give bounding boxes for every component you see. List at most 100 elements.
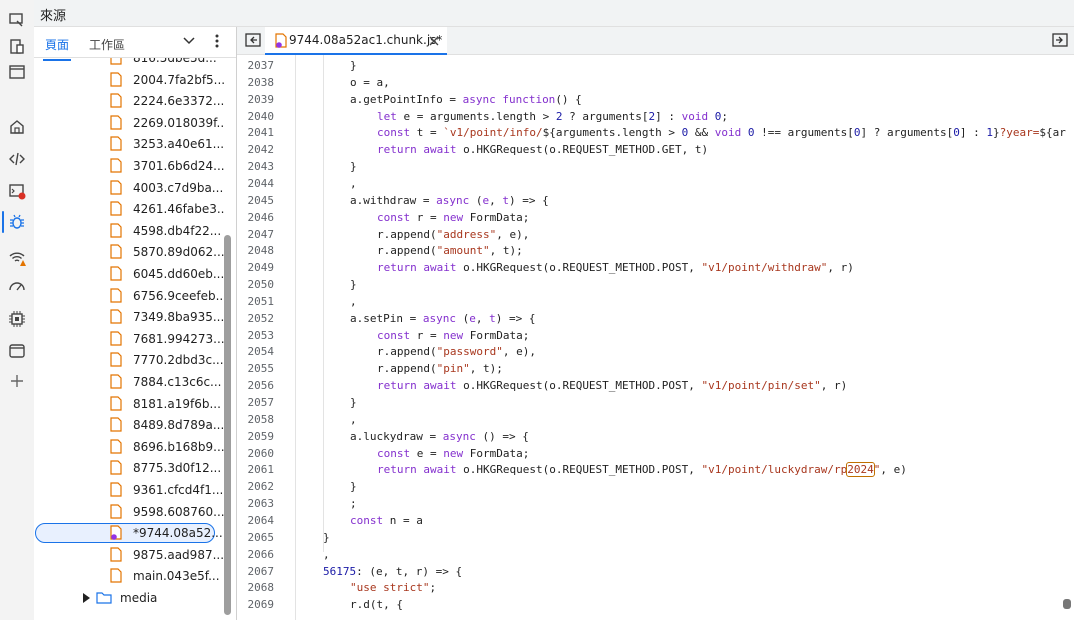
file-item[interactable]: 7770.2dbd3c... [34, 350, 224, 370]
file-item[interactable]: 2004.7fa2bf5... [34, 70, 224, 90]
indent-guide [323, 55, 324, 552]
expand-arrow-icon[interactable] [83, 593, 90, 603]
code-token: "address" [436, 227, 497, 241]
file-item[interactable]: 5870.89d062... [34, 242, 224, 262]
file-item[interactable]: 7681.994273... [34, 329, 224, 349]
code-token: return await [377, 379, 457, 393]
file-item[interactable]: 3701.6b6d24... [34, 156, 224, 176]
home-icon[interactable] [7, 117, 27, 137]
js-file-icon [110, 71, 122, 87]
file-item[interactable]: 7884.c13c6c... [34, 372, 224, 392]
code-token: return await [377, 143, 457, 157]
file-item[interactable]: 6756.9ceefeb... [34, 286, 224, 306]
file-item[interactable]: 9875.aad987... [34, 545, 224, 565]
close-icon[interactable] [429, 36, 439, 46]
code-line: r.d(t, { [350, 598, 403, 611]
code-line: a.withdraw = async (e, t) => { [350, 194, 549, 207]
code-token: n = a [383, 513, 423, 527]
line-number: 2056 [247, 379, 275, 393]
wifi-warning-icon[interactable] [7, 248, 27, 268]
file-item[interactable]: *9744.08a52... [34, 523, 224, 544]
code-token: ${arguments.length > [542, 126, 682, 140]
inspect-icon[interactable] [7, 37, 27, 57]
file-name: 9361.cfcd4f1... [133, 483, 224, 497]
code-token: const [377, 210, 411, 224]
code-token: , [489, 193, 503, 207]
code-token: return await [377, 261, 457, 275]
line-number: 2050 [247, 278, 275, 292]
console-icon[interactable] [7, 181, 27, 201]
code-icon[interactable] [7, 149, 27, 169]
file-item[interactable]: 9361.cfcd4f1... [34, 480, 224, 500]
file-item[interactable]: 8181.a19f6b... [34, 394, 224, 414]
file-item[interactable]: 4261.46fabe3... [34, 199, 224, 219]
code-token: ?year= [999, 126, 1040, 140]
code-token: 56175 [323, 564, 357, 578]
tab-pages[interactable]: 頁面 [42, 36, 72, 61]
file-item[interactable]: 4003.c7d9ba... [34, 178, 224, 198]
more-vert-icon[interactable] [214, 33, 220, 49]
line-number: 2051 [247, 294, 275, 308]
toggle-debugger-icon[interactable] [1052, 33, 1068, 47]
file-item[interactable]: main.043e5f... [34, 566, 224, 586]
js-file-icon [110, 93, 122, 108]
code-area[interactable]: 2037} 2038 o = a, 2039 a.getPointInfo = asyn… [237, 55, 1074, 620]
window-icon[interactable] [7, 62, 27, 82]
sidebar-scrollbar[interactable] [224, 235, 231, 615]
application-icon[interactable] [7, 341, 27, 361]
editor-tab[interactable]: 9744.08a52ac1.chunk.js* [265, 27, 447, 55]
toggle-navigator-icon[interactable] [245, 33, 261, 47]
code-token: "v1/point/pin/set" [701, 379, 821, 393]
chevron-down-icon[interactable] [182, 34, 196, 48]
code-line: const e = new FormData; [377, 447, 529, 460]
folder-item[interactable]: media [34, 588, 224, 608]
code-line: 56175: (e, t, r) => { [323, 565, 462, 578]
code-token: "amount" [436, 244, 490, 258]
file-item[interactable]: 3253.a40e61... [34, 134, 224, 154]
code-token: async [442, 429, 476, 443]
panel-title: 來源 [40, 9, 67, 24]
tab-workspace[interactable]: 工作區 [89, 36, 125, 53]
folder-icon [96, 592, 112, 604]
code-token: r.append( [377, 345, 437, 359]
add-icon[interactable] [7, 371, 27, 391]
file-item[interactable]: 6045.dd60eb... [34, 264, 224, 284]
file-item[interactable]: 2269.018039f... [34, 113, 224, 133]
device-mode-icon[interactable] [7, 10, 27, 30]
js-file-icon [110, 201, 122, 216]
line-number: 2041 [247, 126, 275, 140]
code-token: , [350, 412, 357, 426]
panel-header: 來源 [34, 0, 1074, 27]
code-token: a.setPin = [350, 311, 423, 325]
file-name: 2224.6e3372... [133, 94, 224, 109]
editor-scrollbar[interactable] [1063, 599, 1071, 609]
code-token: o.HKGRequest(o.REQUEST_METHOD.POST, [456, 463, 702, 477]
line-number: 2068 [247, 581, 275, 595]
cpu-icon[interactable] [7, 309, 27, 329]
code-line: } [350, 480, 357, 493]
file-item[interactable]: 2224.6e3372... [34, 91, 224, 111]
activity-bar [0, 0, 35, 620]
file-item[interactable]: 8696.b168b9... [34, 437, 224, 457]
performance-icon[interactable] [7, 276, 27, 296]
code-token: , t); [469, 362, 503, 376]
code-line: return await o.HKGRequest(o.REQUEST_METH… [377, 261, 854, 274]
file-item[interactable]: 8775.3d0f12... [34, 458, 224, 478]
code-line: a.getPointInfo = async function() { [350, 93, 582, 106]
file-item[interactable]: 4598.db4f22... [34, 221, 224, 241]
code-line: } [350, 59, 357, 72]
code-token: } [323, 530, 330, 544]
file-item[interactable]: 816.5dbe5d... [34, 58, 224, 68]
bug-icon[interactable] [7, 212, 27, 232]
code-token: ( [455, 311, 470, 325]
code-token: ] : [959, 126, 987, 140]
js-file-icon [110, 266, 122, 281]
js-file-icon [110, 158, 122, 173]
file-tree: 816.5dbe5d... 2004.7fa2bf5... 2224.6e3372.… [34, 58, 224, 620]
file-item[interactable]: 8489.8d789a... [34, 415, 224, 435]
line-number: 2058 [247, 412, 275, 426]
file-name: 8775.3d0f12... [133, 461, 222, 476]
code-line: a.setPin = async (e, t) => { [350, 312, 535, 325]
file-item[interactable]: 7349.8ba935... [34, 307, 224, 327]
file-item[interactable]: 9598.608760... [34, 502, 224, 522]
